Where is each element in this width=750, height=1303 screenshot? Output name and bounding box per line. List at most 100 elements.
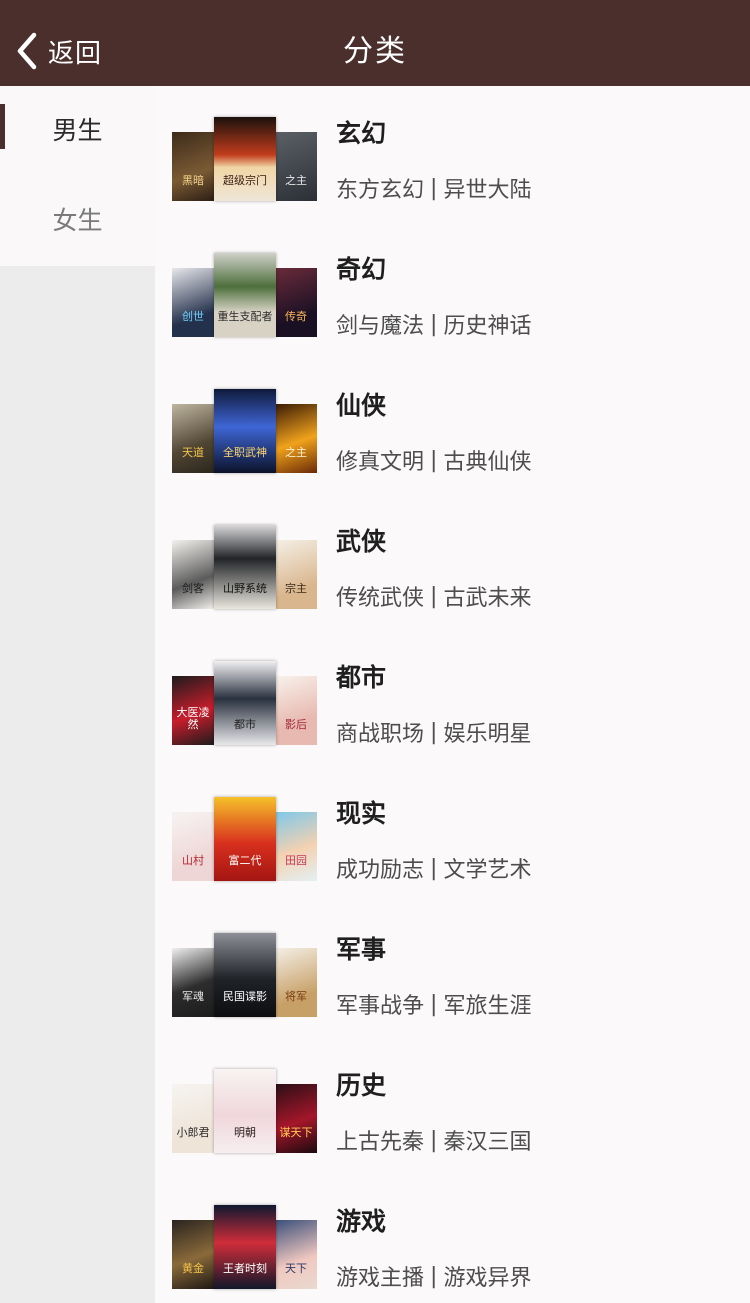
sidebar-item-male[interactable]: 男生 bbox=[0, 86, 155, 176]
book-cover-image: 创世 bbox=[172, 268, 214, 337]
subcategory-label[interactable]: 剑与魔法 bbox=[336, 308, 424, 340]
category-name: 游戏 bbox=[336, 1207, 387, 1236]
subcategory-separator: | bbox=[430, 1263, 438, 1289]
book-cover-image: 天道 bbox=[172, 404, 214, 473]
category-row[interactable]: 黄金 天下 王者时刻 游戏 游戏主播 | 游戏异界 bbox=[155, 1174, 750, 1303]
book-cover-title: 重生支配者 bbox=[217, 310, 273, 323]
subcategory-line: 修真文明 | 古典仙侠 bbox=[336, 444, 531, 476]
category-name: 历史 bbox=[336, 1071, 387, 1100]
book-cover-image: 谋天下 bbox=[275, 1084, 317, 1153]
category-row[interactable]: 天道 之主 全职武神 仙侠修真文明 | 古典仙侠 bbox=[155, 358, 750, 494]
book-cover-image: 天下 bbox=[275, 1220, 317, 1289]
book-cover-title: 山村 bbox=[182, 854, 204, 867]
category-name: 奇幻 bbox=[336, 255, 387, 284]
category-name: 都市 bbox=[336, 663, 387, 692]
subcategory-label[interactable]: 修真文明 bbox=[336, 444, 424, 476]
subcategory-line: 成功励志 | 文学艺术 bbox=[336, 852, 531, 884]
category-name: 军事 bbox=[336, 935, 387, 964]
book-cover-image: 小郎君 bbox=[172, 1084, 214, 1153]
book-cover-image: 田园 bbox=[275, 812, 317, 881]
book-cover-title: 全职武神 bbox=[223, 446, 267, 459]
book-cover-title: 富二代 bbox=[228, 854, 262, 867]
book-cover-title: 田园 bbox=[285, 854, 307, 867]
subcategory-separator: | bbox=[430, 311, 438, 337]
book-covers: 大医凌然 影后 都市 bbox=[172, 661, 318, 747]
book-cover-image: 黄金 bbox=[172, 1220, 214, 1289]
subcategory-label[interactable]: 军旅生涯 bbox=[443, 988, 531, 1020]
subcategory-label[interactable]: 成功励志 bbox=[336, 852, 424, 884]
subcategory-label[interactable]: 历史神话 bbox=[443, 308, 531, 340]
category-row[interactable]: 小郎君 谋天下 明朝 历史 上古先秦 | 秦汉三国 bbox=[155, 1038, 750, 1174]
category-list: 黑暗 之主 超级宗门 玄幻 东方玄幻 | 异世大陆 创世 传奇 重生支配者 奇幻 剑与魔法 | 历史神话天… bbox=[155, 86, 750, 1303]
book-cover-image: 大医凌然 bbox=[172, 676, 214, 745]
book-covers: 剑客 宗主 山野系统 bbox=[172, 525, 318, 611]
book-cover-title: 大医凌然 bbox=[176, 706, 210, 731]
book-cover-title: 都市 bbox=[234, 718, 256, 731]
subcategory-line: 军事战争 | 军旅生涯 bbox=[336, 988, 531, 1020]
sidebar-item-female[interactable]: 女生 bbox=[0, 176, 155, 266]
book-cover-image: 山野系统 bbox=[214, 525, 276, 609]
book-covers: 创世 传奇 重生支配者 bbox=[172, 253, 318, 339]
book-cover-title: 黑暗 bbox=[182, 174, 204, 187]
book-cover-title: 天下 bbox=[285, 1262, 307, 1275]
subcategory-label[interactable]: 游戏主播 bbox=[336, 1260, 424, 1292]
book-cover-image: 黑暗 bbox=[172, 132, 214, 201]
book-cover-title: 剑客 bbox=[182, 582, 204, 595]
book-cover-title: 将军 bbox=[285, 990, 307, 1003]
subcategory-label[interactable]: 东方玄幻 bbox=[336, 172, 424, 204]
subcategory-separator: | bbox=[430, 1127, 438, 1153]
subcategory-label[interactable]: 上古先秦 bbox=[336, 1124, 424, 1156]
book-cover-image: 军魂 bbox=[172, 948, 214, 1017]
subcategory-label[interactable]: 文学艺术 bbox=[443, 852, 531, 884]
gender-sidebar: 男生 女生 bbox=[0, 86, 155, 266]
category-row[interactable]: 黑暗 之主 超级宗门 玄幻 东方玄幻 | 异世大陆 bbox=[155, 86, 750, 222]
subcategory-line: 游戏主播 | 游戏异界 bbox=[336, 1260, 531, 1292]
subcategory-label[interactable]: 传统武侠 bbox=[336, 580, 424, 612]
book-cover-title: 传奇 bbox=[285, 310, 307, 323]
book-cover-title: 山野系统 bbox=[223, 582, 267, 595]
category-row[interactable]: 创世 传奇 重生支配者 奇幻 剑与魔法 | 历史神话 bbox=[155, 222, 750, 358]
subcategory-label[interactable]: 商战职场 bbox=[336, 716, 424, 748]
book-cover-image: 剑客 bbox=[172, 540, 214, 609]
book-cover-title: 黄金 bbox=[182, 1262, 204, 1275]
book-cover-image: 传奇 bbox=[275, 268, 317, 337]
book-cover-title: 之主 bbox=[285, 446, 307, 459]
book-cover-title: 超级宗门 bbox=[223, 174, 267, 187]
subcategory-line: 剑与魔法 | 历史神话 bbox=[336, 308, 531, 340]
book-cover-image: 超级宗门 bbox=[214, 117, 276, 201]
category-name: 玄幻 bbox=[336, 119, 387, 148]
subcategory-label[interactable]: 游戏异界 bbox=[443, 1260, 531, 1292]
subcategory-label[interactable]: 异世大陆 bbox=[443, 172, 531, 204]
subcategory-line: 上古先秦 | 秦汉三国 bbox=[336, 1124, 531, 1156]
category-row[interactable]: 剑客 宗主 山野系统 武侠 传统武侠 | 古武未来 bbox=[155, 494, 750, 630]
book-cover-title: 宗主 bbox=[285, 582, 307, 595]
subcategory-separator: | bbox=[430, 447, 438, 473]
book-cover-title: 民国谍影 bbox=[223, 990, 267, 1003]
subcategory-line: 商战职场 | 娱乐明星 bbox=[336, 716, 531, 748]
subcategory-label[interactable]: 军事战争 bbox=[336, 988, 424, 1020]
book-cover-title: 影后 bbox=[285, 718, 307, 731]
category-name: 仙侠 bbox=[336, 391, 387, 420]
book-cover-image: 都市 bbox=[214, 661, 276, 745]
sidebar-background bbox=[0, 86, 155, 1303]
category-row[interactable]: 山村 田园 富二代 现实成功励志 | 文学艺术 bbox=[155, 766, 750, 902]
book-covers: 山村 田园 富二代 bbox=[172, 797, 318, 883]
category-name: 武侠 bbox=[336, 527, 387, 556]
subcategory-label[interactable]: 娱乐明星 bbox=[443, 716, 531, 748]
category-row[interactable]: 大医凌然 影后 都市 都市 商战职场 | 娱乐明星 bbox=[155, 630, 750, 766]
subcategory-label[interactable]: 古典仙侠 bbox=[443, 444, 531, 476]
book-cover-image: 宗主 bbox=[275, 540, 317, 609]
subcategory-line: 东方玄幻 | 异世大陆 bbox=[336, 172, 531, 204]
subcategory-label[interactable]: 古武未来 bbox=[443, 580, 531, 612]
book-cover-image: 山村 bbox=[172, 812, 214, 881]
book-covers: 天道 之主 全职武神 bbox=[172, 389, 318, 475]
subcategory-separator: | bbox=[430, 175, 438, 201]
category-row[interactable]: 军魂 将军 民国谍影 军事军事战争 | 军旅生涯 bbox=[155, 902, 750, 1038]
book-covers: 黄金 天下 王者时刻 bbox=[172, 1205, 318, 1291]
book-cover-image: 影后 bbox=[275, 676, 317, 745]
subcategory-label[interactable]: 秦汉三国 bbox=[443, 1124, 531, 1156]
subcategory-separator: | bbox=[430, 855, 438, 881]
category-name: 现实 bbox=[336, 799, 387, 828]
book-cover-image: 全职武神 bbox=[214, 389, 276, 473]
book-cover-title: 谋天下 bbox=[279, 1126, 313, 1139]
